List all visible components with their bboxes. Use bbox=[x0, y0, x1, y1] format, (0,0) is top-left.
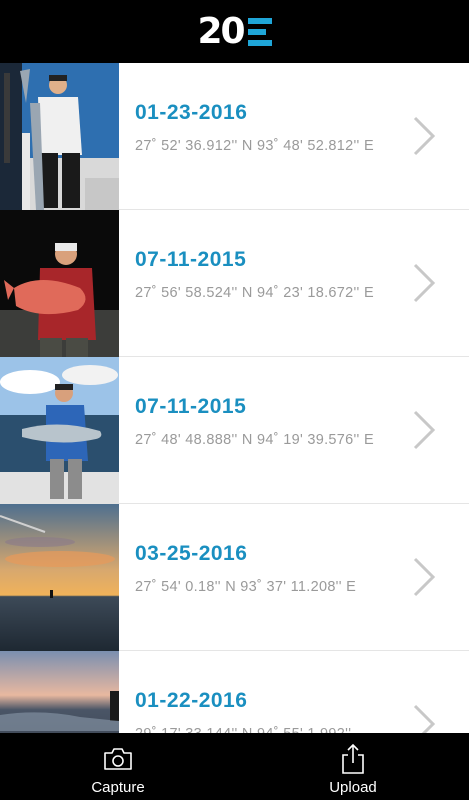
capture-tab-button[interactable]: Capture bbox=[58, 733, 178, 800]
catch-date: 01-22-2016 bbox=[135, 689, 248, 712]
chevron-right-icon bbox=[413, 116, 436, 156]
camera-icon bbox=[104, 748, 132, 770]
catch-coordinates: 27˚ 52' 36.912'' N 93˚ 48' 52.812'' E bbox=[135, 138, 374, 154]
logo-text: 20 bbox=[197, 10, 245, 52]
capture-tab-label: Capture bbox=[91, 779, 145, 796]
app-screen: 20 01-23-2016 27˚ 52' 36.912'' N 93˚ 48'… bbox=[0, 0, 469, 800]
upload-tab-button[interactable]: Upload bbox=[293, 733, 413, 800]
chevron-right-icon bbox=[413, 557, 436, 597]
catch-coordinates: 29˚ 17' 33.144'' N 94˚ 55' 1.992'' bbox=[135, 724, 405, 733]
catch-row[interactable]: 01-23-2016 27˚ 52' 36.912'' N 93˚ 48' 52… bbox=[0, 63, 469, 210]
catch-photo-thumbnail bbox=[0, 357, 119, 504]
catch-date: 03-25-2016 bbox=[135, 542, 248, 565]
catch-date: 07-11-2015 bbox=[135, 395, 247, 418]
catch-row[interactable]: 01-22-2016 29˚ 17' 33.144'' N 94˚ 55' 1.… bbox=[0, 651, 469, 733]
upload-tab-label: Upload bbox=[329, 779, 377, 796]
catch-coordinates: 27˚ 54' 0.18'' N 93˚ 37' 11.208'' E bbox=[135, 579, 357, 595]
catch-row[interactable]: 07-11-2015 27˚ 48' 48.888'' N 94˚ 19' 39… bbox=[0, 357, 469, 504]
app-logo: 20 bbox=[197, 10, 272, 52]
catch-row[interactable]: 07-11-2015 27˚ 56' 58.524'' N 94˚ 23' 18… bbox=[0, 210, 469, 357]
chevron-right-icon bbox=[413, 410, 436, 450]
bottom-tab-bar: Capture Upload bbox=[0, 733, 469, 800]
catch-coordinates: 27˚ 48' 48.888'' N 94˚ 19' 39.576'' E bbox=[135, 432, 374, 448]
catch-photo-thumbnail bbox=[0, 63, 119, 210]
catch-coordinates: 27˚ 56' 58.524'' N 94˚ 23' 18.672'' E bbox=[135, 285, 374, 301]
catch-date: 07-11-2015 bbox=[135, 248, 247, 271]
catch-date: 01-23-2016 bbox=[135, 101, 248, 124]
share-upload-icon bbox=[342, 743, 364, 774]
catch-row[interactable]: 03-25-2016 27˚ 54' 0.18'' N 93˚ 37' 11.2… bbox=[0, 504, 469, 651]
top-nav-bar: 20 bbox=[0, 0, 469, 63]
chevron-right-icon bbox=[413, 263, 436, 303]
catch-photo-thumbnail bbox=[0, 651, 119, 733]
chevron-right-icon bbox=[413, 704, 436, 733]
logo-e-mark bbox=[247, 17, 272, 46]
catch-list: 01-23-2016 27˚ 52' 36.912'' N 93˚ 48' 52… bbox=[0, 63, 469, 733]
catch-photo-thumbnail bbox=[0, 504, 119, 651]
catch-photo-thumbnail bbox=[0, 210, 119, 357]
